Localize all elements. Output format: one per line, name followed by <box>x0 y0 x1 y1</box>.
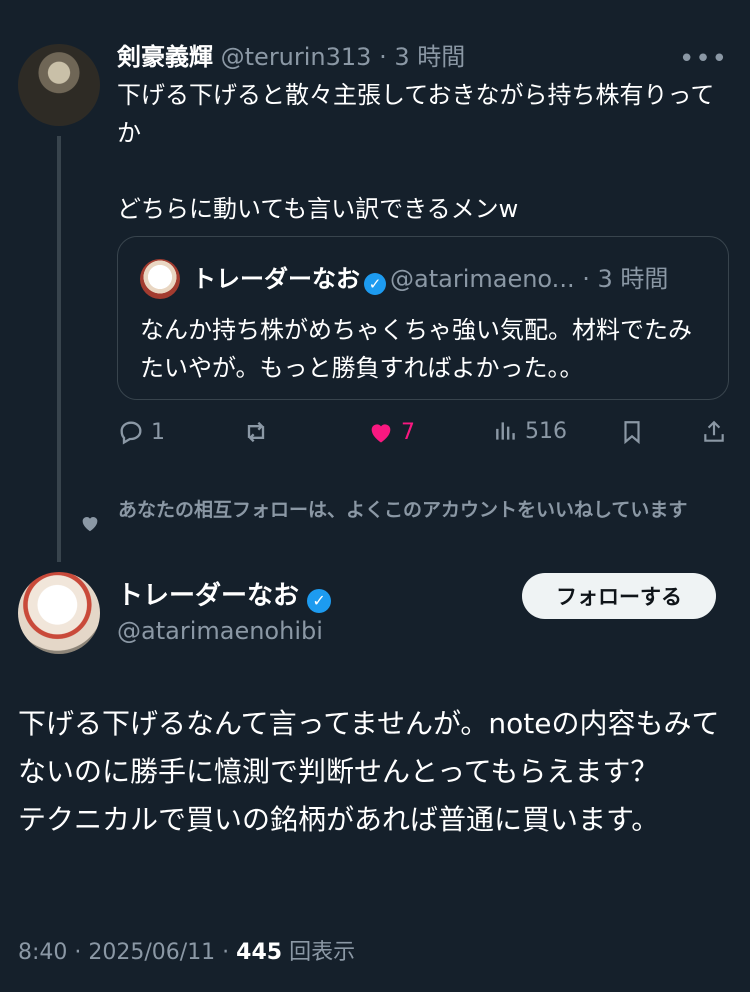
reply-count: 1 <box>151 419 165 445</box>
heart-filled-icon <box>367 418 395 446</box>
reply-author-name[interactable]: 剣豪義輝 <box>117 43 213 71</box>
share-icon <box>701 418 727 446</box>
reply-icon <box>117 418 145 446</box>
quoted-separator: · <box>574 265 598 293</box>
tweet-thread-page: 剣豪義輝 @terurin313 · 3 時間 ••• 下げる下げると散々主張し… <box>0 0 750 992</box>
repost-icon <box>242 418 270 446</box>
tweet-footer: 8:40 · 2025/06/11 · 445 回表示 <box>18 936 355 970</box>
reply-button[interactable]: 1 <box>117 418 165 446</box>
reply-text: 下げる下げると散々主張しておきながら持ち株有りってか どちらに動いても言い訳でき… <box>117 81 715 223</box>
reply-separator: · <box>371 43 395 71</box>
social-context-text: あなたの相互フォローは、よくこのアカウントをいいねしています <box>118 499 688 521</box>
reply-header: 剣豪義輝 @terurin313 · 3 時間 <box>117 40 465 74</box>
bookmark-icon <box>619 418 645 446</box>
tweet-timestamp[interactable]: 8:40 · 2025/06/11 · <box>18 940 236 965</box>
quoted-author-handle: @atarimaeno... <box>390 265 575 293</box>
main-author-name: トレーダーなお <box>117 581 300 611</box>
verified-badge-icon: ✓ <box>364 273 386 295</box>
share-button[interactable] <box>701 418 727 446</box>
main-author-handle[interactable]: @atarimaenohibi <box>117 614 323 648</box>
like-count: 7 <box>401 419 415 445</box>
bookmark-button[interactable] <box>619 418 645 446</box>
quoted-time: 3 時間 <box>597 265 669 293</box>
quoted-text: なんか持ち株がめちゃくちゃ強い気配。材料でたみたいやが。もっと勝負すればよかった… <box>140 316 692 382</box>
thread-connector-line <box>57 136 61 562</box>
follow-button[interactable]: フォローする <box>522 573 716 619</box>
more-horizontal-icon[interactable]: ••• <box>679 44 728 74</box>
reply-time[interactable]: 3 時間 <box>394 43 465 71</box>
quoted-tweet[interactable]: トレーダーなお ✓ @atarimaeno... · 3 時間 なんか持ち株がめちゃ… <box>117 236 729 400</box>
view-count-label: 回表示 <box>282 940 356 965</box>
quoted-author-avatar <box>140 259 180 299</box>
reply-author-avatar[interactable] <box>18 44 100 126</box>
social-context: あなたの相互フォローは、よくこのアカウントをいいねしています <box>78 496 738 532</box>
main-author-name-row[interactable]: トレーダーなお ✓ <box>117 578 335 614</box>
repost-button[interactable] <box>242 418 276 446</box>
verified-badge-icon: ✓ <box>307 589 332 613</box>
main-author-avatar[interactable] <box>18 572 100 654</box>
analytics-icon <box>493 418 519 444</box>
main-tweet-text: 下げる下げるなんて言ってませんが。noteの内容もみてないのに勝手に憶測で判断せ… <box>18 707 720 836</box>
reply-author-handle[interactable]: @terurin313 <box>221 43 372 71</box>
view-count: 516 <box>525 418 567 444</box>
heart-icon <box>78 512 102 542</box>
view-count-number: 445 <box>236 940 283 965</box>
like-button[interactable]: 7 <box>367 418 415 446</box>
quoted-author-name: トレーダーなお <box>192 265 360 293</box>
quoted-header: トレーダーなお ✓ @atarimaeno... · 3 時間 <box>192 261 668 297</box>
action-bar: 1 7 516 <box>117 418 729 454</box>
views-button[interactable]: 516 <box>493 418 567 444</box>
